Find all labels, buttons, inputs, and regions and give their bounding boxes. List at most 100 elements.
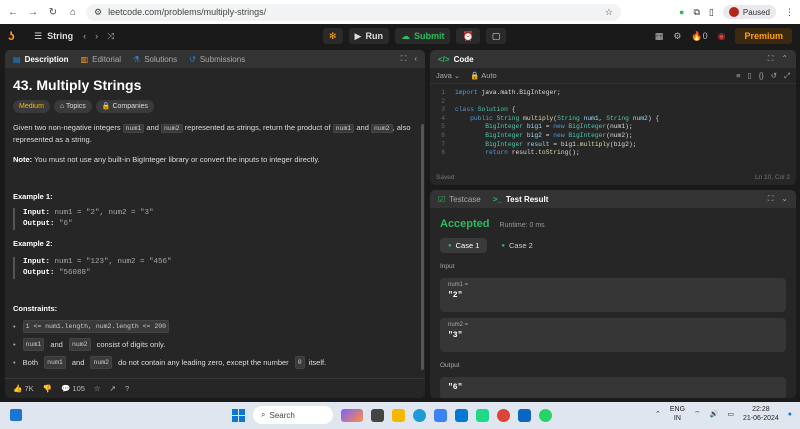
settings-gear-icon[interactable]: ⚙	[673, 31, 681, 42]
mail-icon[interactable]	[455, 408, 468, 422]
case-2-tab[interactable]: ● Case 2	[493, 238, 540, 253]
search-icon: ⌕	[261, 410, 266, 419]
reset-icon[interactable]: ↺	[771, 71, 777, 81]
task-view-icon[interactable]	[371, 408, 384, 422]
url-text: leetcode.com/problems/multiply-strings/	[108, 7, 267, 17]
extensions-puzzle-icon[interactable]: ⧉	[693, 7, 699, 18]
code-editor[interactable]: 1 import java.math.BigInteger; 2 3 class S…	[430, 84, 796, 158]
taskbar-apps: ⌕ Search	[232, 406, 552, 424]
problem-list-label: String	[47, 31, 74, 41]
constraint-text: itself.	[308, 358, 327, 367]
edge-icon[interactable]	[413, 408, 426, 422]
help-icon[interactable]: ?	[125, 384, 129, 393]
home-icon[interactable]: ⌂	[66, 7, 80, 18]
reload-icon[interactable]: ↻	[46, 7, 60, 18]
copilot-icon[interactable]	[341, 408, 363, 422]
like-button[interactable]: 👍 7K	[13, 384, 34, 393]
tab-editorial-label: Editorial	[92, 54, 122, 64]
braces-icon[interactable]: {}	[759, 71, 764, 81]
notes-icon[interactable]: ▢	[485, 28, 507, 44]
browser-toolbar: ← → ↻ ⌂ ⚙ leetcode.com/problems/multiply…	[0, 0, 800, 24]
topics-button[interactable]: ⌂ Topics	[53, 100, 92, 113]
tab-testcase[interactable]: ☑ Testcase	[438, 195, 481, 204]
whatsapp-icon[interactable]	[539, 408, 552, 422]
collapse-icon[interactable]: ⌃	[781, 54, 788, 64]
leetcode-logo-icon[interactable]: ʖ	[8, 30, 20, 42]
submit-button[interactable]: ☁ Submit	[394, 28, 451, 44]
tab-editorial[interactable]: ▥ Editorial	[81, 55, 121, 64]
constraint-text: and	[69, 358, 87, 367]
pycharm-icon[interactable]	[476, 408, 489, 422]
fullscreen-icon[interactable]: ⤢	[784, 71, 790, 81]
shuffle-icon[interactable]: ⤨	[107, 31, 114, 42]
run-button[interactable]: ▶ Run	[348, 28, 389, 44]
tab-submissions[interactable]: ↺ Submissions	[189, 55, 245, 64]
problem-statement: Given two non-negative integers num1 and…	[13, 122, 417, 145]
profile-button[interactable]: Paused	[722, 5, 776, 19]
constraints-list: 1 <= num1.length, num2.length <= 200 num…	[13, 320, 417, 369]
forward-icon[interactable]: →	[26, 7, 40, 18]
tab-solutions[interactable]: ⚗ Solutions	[133, 55, 177, 64]
debug-button[interactable]: ✻	[323, 28, 343, 44]
auto-indicator[interactable]: 🔒 Auto	[470, 71, 496, 80]
layout-grid-icon[interactable]: ▦	[655, 31, 664, 42]
profile-status: Paused	[742, 7, 770, 17]
flask-icon: ⚗	[133, 54, 141, 64]
lock-icon: 🔒	[101, 103, 111, 110]
chevron-up-icon[interactable]: ⌃	[655, 410, 661, 418]
tab-test-result[interactable]: >_ Test Result	[493, 195, 549, 204]
maximize-icon[interactable]: ⛶	[768, 194, 774, 204]
companies-button[interactable]: 🔒 Companies	[95, 100, 154, 113]
collapse-icon[interactable]: ⌄	[781, 194, 788, 204]
bookmark-icon[interactable]: ▯	[748, 71, 752, 81]
format-icon[interactable]: ≡	[736, 71, 740, 81]
share-icon[interactable]: ↗	[110, 384, 116, 393]
problem-list-button[interactable]: ☰ String	[34, 31, 73, 42]
battery-icon[interactable]: ▭	[727, 410, 734, 418]
menu-kebab-icon[interactable]: ⋮	[785, 7, 794, 18]
constraint-item: Both num1 and num2 do not contain any le…	[13, 356, 417, 369]
sidepanel-icon[interactable]: ▯	[709, 7, 714, 18]
next-problem-icon[interactable]: ›	[95, 31, 98, 42]
language-select[interactable]: Java ⌄	[436, 71, 460, 80]
tab-description[interactable]: ▤ Description	[13, 55, 69, 64]
linkedin-icon[interactable]	[518, 408, 531, 422]
extension-icon[interactable]: ●	[679, 7, 684, 17]
description-scrollbar[interactable]	[421, 124, 424, 370]
widgets-icon[interactable]	[10, 409, 22, 421]
case-1-tab[interactable]: ● Case 1	[440, 238, 488, 253]
notification-bell-icon[interactable]: ●	[788, 411, 792, 418]
maximize-icon[interactable]: ⛶	[401, 54, 407, 64]
streak-counter[interactable]: 🔥0	[691, 31, 707, 42]
chrome-icon[interactable]	[497, 408, 510, 422]
output-label: Output:	[23, 220, 55, 228]
back-icon[interactable]: ←	[6, 7, 20, 18]
example-2-title: Example 2:	[13, 239, 53, 248]
search-input[interactable]: ⌕ Search	[253, 406, 333, 424]
alarm-icon[interactable]: ⏰	[456, 28, 480, 44]
clock[interactable]: 22:28 21-06-2024	[743, 405, 779, 423]
volume-icon[interactable]: 🔊	[710, 410, 719, 418]
comments-button[interactable]: 💬 105	[61, 384, 85, 393]
file-explorer-icon[interactable]	[392, 408, 405, 422]
start-windows-icon[interactable]	[232, 408, 245, 422]
wifi-icon[interactable]: ⌔	[694, 410, 701, 419]
prev-problem-icon[interactable]: ‹	[83, 31, 86, 42]
page-title: 43. Multiply Strings	[13, 77, 142, 93]
bookmark-star-icon[interactable]: ☆	[605, 7, 613, 18]
store-icon[interactable]	[434, 408, 447, 422]
lang-code: ENG	[669, 406, 686, 413]
example-1: Input: num1 = "2", num2 = "3" Output: "6…	[13, 208, 417, 230]
constraints-title: Constraints:	[13, 304, 58, 313]
address-bar[interactable]: ⚙ leetcode.com/problems/multiply-strings…	[86, 3, 621, 21]
tab-code[interactable]: </> Code	[438, 55, 474, 64]
inline-code: num1	[122, 124, 145, 133]
dislike-icon[interactable]: 👎	[43, 384, 52, 393]
site-info-icon[interactable]: ⚙	[94, 7, 102, 18]
user-avatar-icon[interactable]: ◉	[718, 31, 726, 42]
maximize-icon[interactable]: ⛶	[768, 54, 774, 64]
favorite-star-icon[interactable]: ☆	[94, 384, 101, 393]
language-indicator[interactable]: ENG IN	[670, 405, 685, 423]
collapse-icon[interactable]: ‹	[414, 54, 417, 64]
premium-button[interactable]: Premium	[735, 28, 792, 44]
